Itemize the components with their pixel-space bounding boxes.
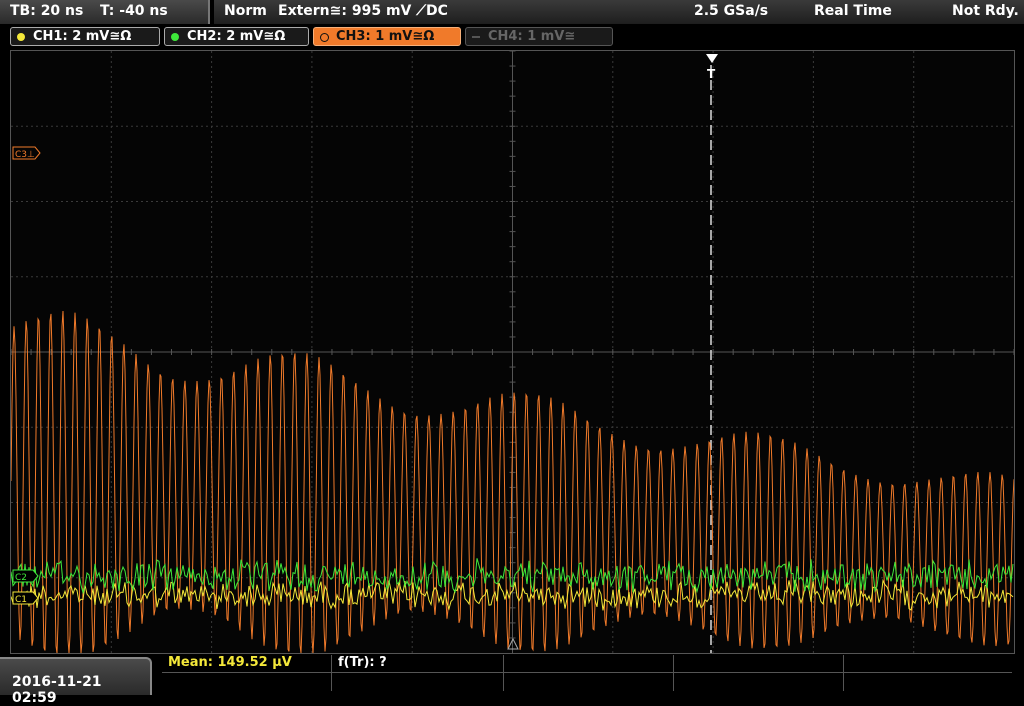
measurement-cell-freq[interactable]: f(Tr): ?: [332, 655, 504, 673]
datetime-label: 2016-11-21 02:59: [12, 674, 102, 706]
ch3-offset-marker: C3⊥: [12, 146, 41, 160]
channel-2-indicator-icon: [171, 33, 179, 41]
channel-2-label: CH2: 2 mV≅Ω: [187, 29, 286, 44]
ch2-offset-marker: C2: [12, 569, 39, 583]
channel-3-button[interactable]: CH3: 1 mV≅Ω: [313, 27, 461, 46]
waveform-display[interactable]: C3⊥ C2 C1 T: [10, 50, 1015, 654]
measurement-cell-empty-4[interactable]: [162, 673, 332, 691]
acquisition-mode: Real Time: [814, 3, 892, 19]
measurement-freq: f(Tr): ?: [338, 655, 387, 670]
channel-bar: CH1: 2 mV≅Ω CH2: 2 mV≅Ω CH3: 1 mV≅Ω CH4:…: [0, 26, 1024, 48]
measurement-cell-empty-5[interactable]: [332, 673, 504, 691]
measurement-mean: Mean: 149.52 µV: [168, 655, 292, 670]
channel-4-label: CH4: 1 mV≅: [488, 29, 576, 44]
measurement-cell-empty-2[interactable]: [674, 655, 844, 673]
channel-1-button[interactable]: CH1: 2 mV≅Ω: [10, 27, 160, 46]
trigger-marker-label: T: [707, 67, 716, 81]
trigger-source[interactable]: Extern≅: 995 mV ⟋DC: [278, 3, 448, 19]
measurement-cell-empty-8[interactable]: [844, 673, 1012, 691]
top-status-bar: TB: 20 ns T: -40 ns Norm Extern≅: 995 mV…: [0, 0, 1024, 24]
timebase-value: TB: 20 ns: [10, 3, 84, 19]
channel-3-label: CH3: 1 mV≅Ω: [336, 29, 435, 44]
measurement-cell-mean[interactable]: Mean: 149.52 µV: [162, 655, 332, 673]
trigger-mode[interactable]: Norm: [224, 3, 267, 19]
measurement-panel[interactable]: Mean: 149.52 µV f(Tr): ?: [162, 655, 1012, 693]
measurement-cell-empty-6[interactable]: [504, 673, 674, 691]
ch1-marker-label: C1: [15, 595, 27, 605]
ch1-offset-marker: C1: [12, 591, 39, 605]
timebase-box[interactable]: TB: 20 ns T: -40 ns: [0, 0, 210, 24]
measurement-cell-empty-7[interactable]: [674, 673, 844, 691]
channel-1-label: CH1: 2 mV≅Ω: [33, 29, 132, 44]
sample-rate: 2.5 GSa/s: [694, 3, 769, 19]
waveform-canvas: C3⊥ C2 C1 T: [11, 51, 1014, 653]
ch3-marker-label: C3⊥: [15, 150, 35, 160]
acquisition-status-row: Norm Extern≅: 995 mV ⟋DC 2.5 GSa/s Real …: [214, 0, 1024, 24]
channel-4-indicator-icon: [472, 36, 480, 38]
channel-4-button[interactable]: CH4: 1 mV≅: [465, 27, 613, 46]
datetime-box: 2016-11-21 02:59: [0, 657, 152, 706]
measurement-cell-empty-3[interactable]: [844, 655, 1012, 673]
graticule-grid: [11, 51, 1014, 653]
run-status: Not Rdy.: [952, 3, 1019, 19]
ch2-marker-label: C2: [15, 573, 27, 583]
channel-2-button[interactable]: CH2: 2 mV≅Ω: [164, 27, 309, 46]
channel-3-indicator-icon: [320, 33, 329, 42]
channel-1-indicator-icon: [17, 33, 25, 41]
measurement-cell-empty-1[interactable]: [504, 655, 674, 673]
trigger-time-value: T: -40 ns: [100, 3, 168, 19]
